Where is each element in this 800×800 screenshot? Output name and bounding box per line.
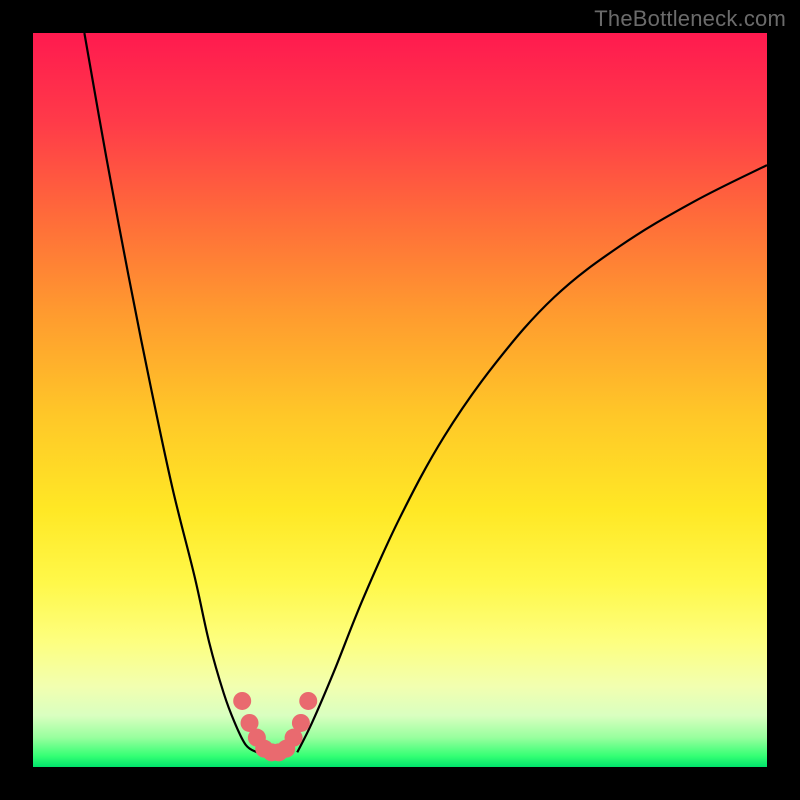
valley-dot	[292, 714, 310, 732]
watermark-label: TheBottleneck.com	[594, 6, 786, 32]
valley-dot	[299, 692, 317, 710]
bottleneck-curve-left	[84, 33, 256, 752]
valley-marker-dots	[233, 692, 317, 761]
curve-layer	[33, 33, 767, 767]
bottleneck-curve-right	[297, 165, 767, 752]
plot-area	[33, 33, 767, 767]
chart-frame: TheBottleneck.com	[0, 0, 800, 800]
valley-dot	[233, 692, 251, 710]
